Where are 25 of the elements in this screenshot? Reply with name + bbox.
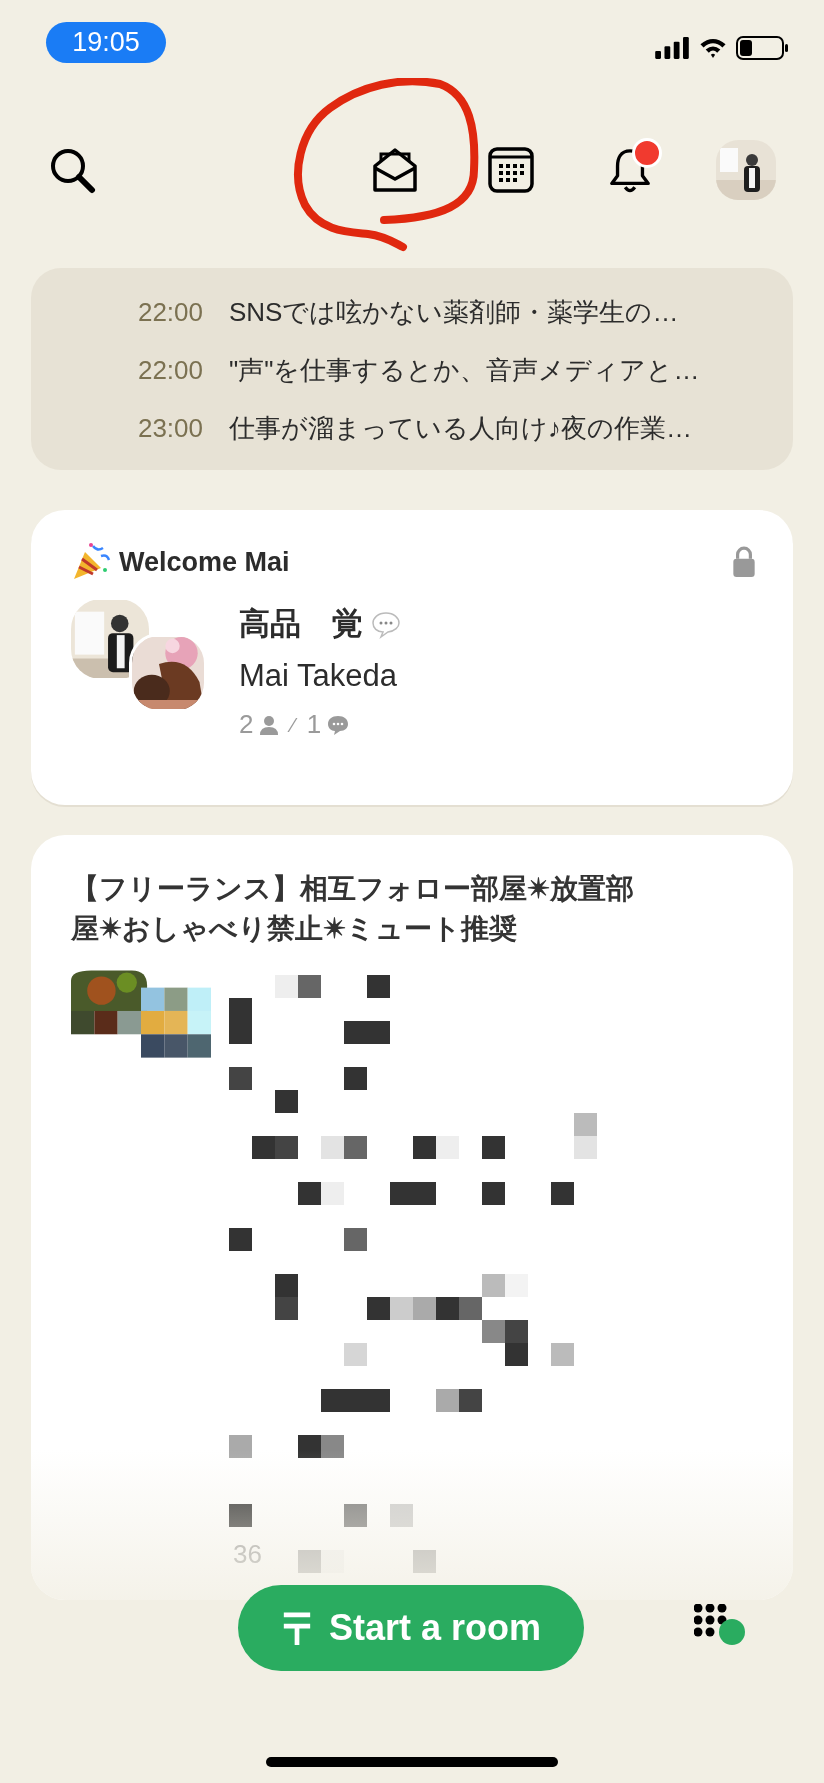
bell-icon [607,146,653,194]
event-time: 22:00 [136,295,203,329]
listener-count: 2 [239,708,254,741]
chat-bubble-icon [327,713,350,736]
wifi-icon [698,37,728,59]
event-title[interactable]: "声"を仕事するとか、音声メディアと… [229,350,700,390]
event-time: 23:00 [136,411,203,445]
search-icon [48,146,96,194]
speech-bubble-icon [371,609,401,640]
speaker-name: 高品 覚 [239,605,363,644]
room-title: 【フリーランス】相互フォロー部屋✴放置部屋✴おしゃべり禁止✴ミュート推奨 [71,872,635,946]
room-title: Welcome Mai [119,546,290,579]
event-title[interactable]: 仕事が溜まっている人向け♪夜の作業… [229,408,692,448]
event-time: 22:00 [136,353,203,387]
battery-icon [736,36,788,60]
person-icon [259,713,280,736]
event-title[interactable]: SNSでは呟かない薬剤師・薬学生の… [229,292,679,332]
signal-icon [654,37,690,59]
status-time: 19:05 [46,22,166,63]
message-count: 1 [306,708,322,741]
open-envelope-icon [370,146,420,194]
calendar-icon [487,146,535,194]
backchannel-grid-icon[interactable] [694,1604,746,1646]
speaker-name: Mai Takeda [239,657,397,696]
room-card[interactable]: Welcome Mai 高品 覚 Mai Takeda 2 ⁄ 1 [31,510,793,805]
